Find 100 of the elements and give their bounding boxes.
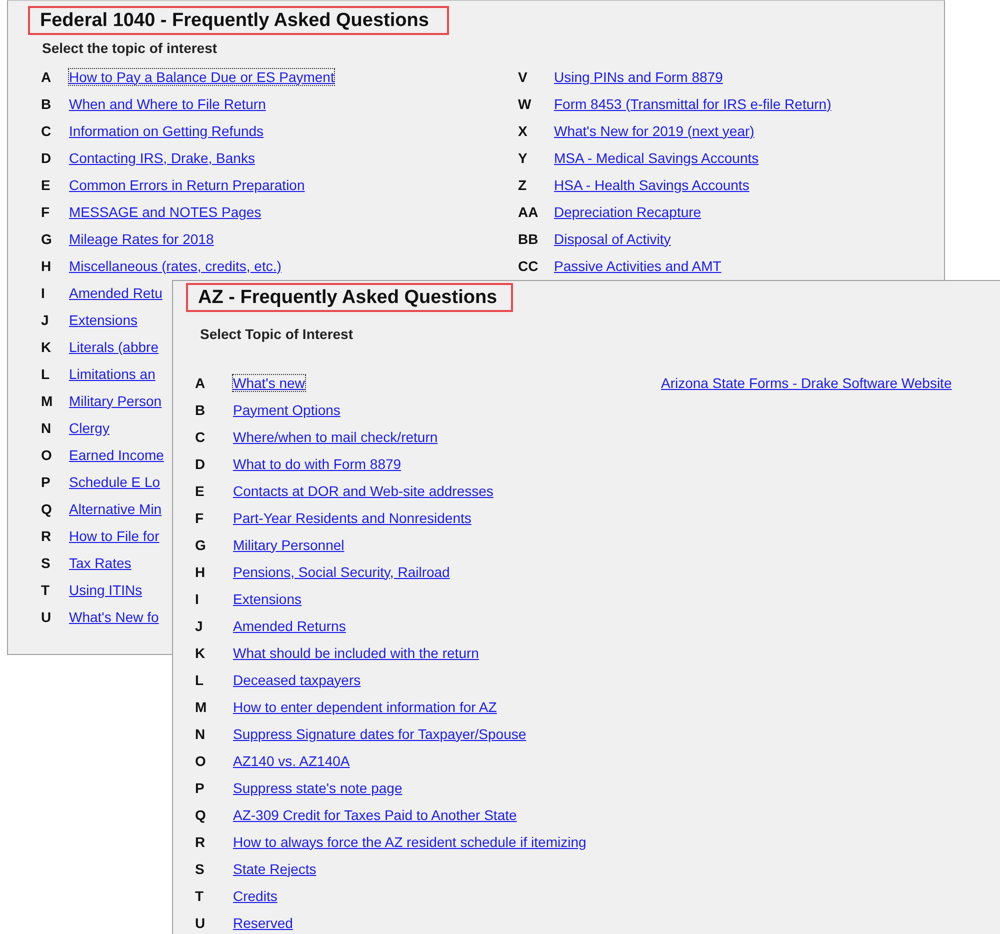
topic-link[interactable]: Credits <box>233 888 278 904</box>
topic-letter: B <box>40 96 52 112</box>
topic-link[interactable]: How to always force the AZ resident schedule if itemizing <box>233 834 586 850</box>
topic-link[interactable]: Suppress Signature dates for Taxpayer/Spouse <box>233 726 526 742</box>
topic-letter: AA <box>517 204 540 220</box>
topic-letter: M <box>40 392 54 408</box>
website-link[interactable]: Arizona State Forms - Drake Software Website <box>661 374 952 390</box>
topic-letter: J <box>40 312 50 328</box>
topic-link[interactable]: What to do with Form 8879 <box>233 456 402 472</box>
topic-link[interactable]: Contacts at DOR and Web-site addresses <box>233 482 494 498</box>
topic-letter: C <box>194 428 206 444</box>
topic-letter: Q <box>40 500 53 516</box>
topic-letter: S <box>40 554 52 570</box>
topic-letter: R <box>40 528 52 544</box>
panel-title: Federal 1040 - Frequently Asked Questions <box>28 6 449 35</box>
topic-link[interactable]: Payment Options <box>233 402 340 418</box>
topic-letter: H <box>194 564 206 580</box>
topic-letter: S <box>194 860 206 876</box>
topic-link[interactable]: Where/when to mail check/return <box>233 428 438 444</box>
topic-letter: K <box>194 644 206 660</box>
topic-link[interactable]: Reserved <box>233 914 293 930</box>
topic-link[interactable]: How to Pay a Balance Due or ES Payment <box>69 68 334 84</box>
topic-letter: N <box>194 726 206 742</box>
topic-link[interactable]: State Rejects <box>233 860 316 876</box>
topic-letter: A <box>40 68 52 84</box>
topic-link[interactable]: Mileage Rates for 2018 <box>69 230 214 246</box>
topic-letter: H <box>40 258 52 274</box>
panel-subtitle: Select Topic of Interest <box>200 326 354 342</box>
topic-letter: R <box>194 834 206 850</box>
topic-link[interactable]: Military Personnel <box>233 536 344 552</box>
topic-letter: E <box>194 482 206 498</box>
topic-link[interactable]: Extensions <box>233 590 302 606</box>
panel-subtitle: Select the topic of interest <box>42 40 218 56</box>
topic-letter: F <box>40 204 51 220</box>
topic-letter: BB <box>517 230 540 246</box>
topic-letter: V <box>517 68 528 84</box>
topic-link[interactable]: Amended Retu <box>69 284 162 300</box>
topic-letter: I <box>194 590 200 606</box>
topic-letter: E <box>40 176 52 192</box>
topic-letter: G <box>40 230 53 246</box>
topic-link[interactable]: Contacting IRS, Drake, Banks <box>69 150 255 166</box>
topic-letter: F <box>194 510 205 526</box>
topic-link[interactable]: Earned Income <box>69 446 164 462</box>
topic-link[interactable]: What should be included with the return <box>233 644 479 660</box>
topic-letter: A <box>194 374 206 390</box>
topic-letter: D <box>40 150 52 166</box>
topic-letter: K <box>40 338 52 354</box>
topic-link[interactable]: Common Errors in Return Preparation <box>69 176 305 192</box>
topic-letter: D <box>194 456 206 472</box>
topic-letter: O <box>40 446 53 462</box>
topic-letter: C <box>40 122 52 138</box>
topic-letter: I <box>40 284 46 300</box>
topic-letter: P <box>194 780 206 796</box>
topic-link[interactable]: Passive Activities and AMT <box>554 258 722 274</box>
topic-letter: Z <box>517 176 528 192</box>
topic-link[interactable]: MSA - Medical Savings Accounts <box>554 150 759 166</box>
topic-link[interactable]: Literals (abbre <box>69 338 158 354</box>
topic-link[interactable]: MESSAGE and NOTES Pages <box>69 204 262 220</box>
topic-link[interactable]: Information on Getting Refunds <box>69 122 264 138</box>
topic-link[interactable]: Form 8453 (Transmittal for IRS e-file Return) <box>554 96 832 112</box>
topic-letter: O <box>194 752 207 768</box>
topic-link[interactable]: Part-Year Residents and Nonresidents <box>233 510 472 526</box>
topic-link[interactable]: How to File for <box>69 528 160 544</box>
topic-link[interactable]: Miscellaneous (rates, credits, etc.) <box>69 258 282 274</box>
topic-letter: Q <box>194 806 207 822</box>
topic-letter: N <box>40 420 52 436</box>
topic-link[interactable]: Using PINs and Form 8879 <box>554 68 723 84</box>
topic-link[interactable]: Suppress state's note page <box>233 780 402 796</box>
topic-link[interactable]: What's new <box>233 374 305 390</box>
topic-letter: U <box>40 608 52 624</box>
topic-link[interactable]: Alternative Min <box>69 500 162 516</box>
topic-link[interactable]: AZ140 vs. AZ140A <box>233 752 350 768</box>
topic-link[interactable]: Schedule E Lo <box>69 474 160 490</box>
topic-link[interactable]: Disposal of Activity <box>554 230 671 246</box>
topic-letter: L <box>194 672 205 688</box>
topic-link[interactable]: Limitations an <box>69 366 156 382</box>
topic-letter: Y <box>517 150 528 166</box>
topic-link[interactable]: Depreciation Recapture <box>554 204 702 220</box>
topic-letter: W <box>517 96 532 112</box>
topic-link[interactable]: When and Where to File Return <box>69 96 266 112</box>
topic-link[interactable]: What's New fo <box>69 608 159 624</box>
topic-letter: U <box>194 914 206 930</box>
topic-letter: CC <box>517 258 540 274</box>
topic-link[interactable]: Military Person <box>69 392 162 408</box>
topic-link[interactable]: Tax Rates <box>69 554 132 570</box>
topic-letter: M <box>194 698 208 714</box>
topic-link[interactable]: AZ-309 Credit for Taxes Paid to Another State <box>233 806 517 822</box>
topic-link[interactable]: Using ITINs <box>69 582 142 598</box>
topic-link[interactable]: HSA - Health Savings Accounts <box>554 176 750 192</box>
topic-link[interactable]: Pensions, Social Security, Railroad <box>233 564 450 580</box>
topic-link[interactable]: How to enter dependent information for AZ <box>233 698 497 714</box>
topic-link[interactable]: Deceased taxpayers <box>233 672 361 688</box>
topic-link[interactable]: Clergy <box>69 420 110 436</box>
topic-letter: X <box>517 122 528 138</box>
topic-letter: P <box>40 474 52 490</box>
topic-letter: G <box>194 536 207 552</box>
topic-link[interactable]: What's New for 2019 (next year) <box>554 122 754 138</box>
topic-letter: L <box>40 366 51 382</box>
topic-link[interactable]: Amended Returns <box>233 618 346 634</box>
topic-link[interactable]: Extensions <box>69 312 138 328</box>
